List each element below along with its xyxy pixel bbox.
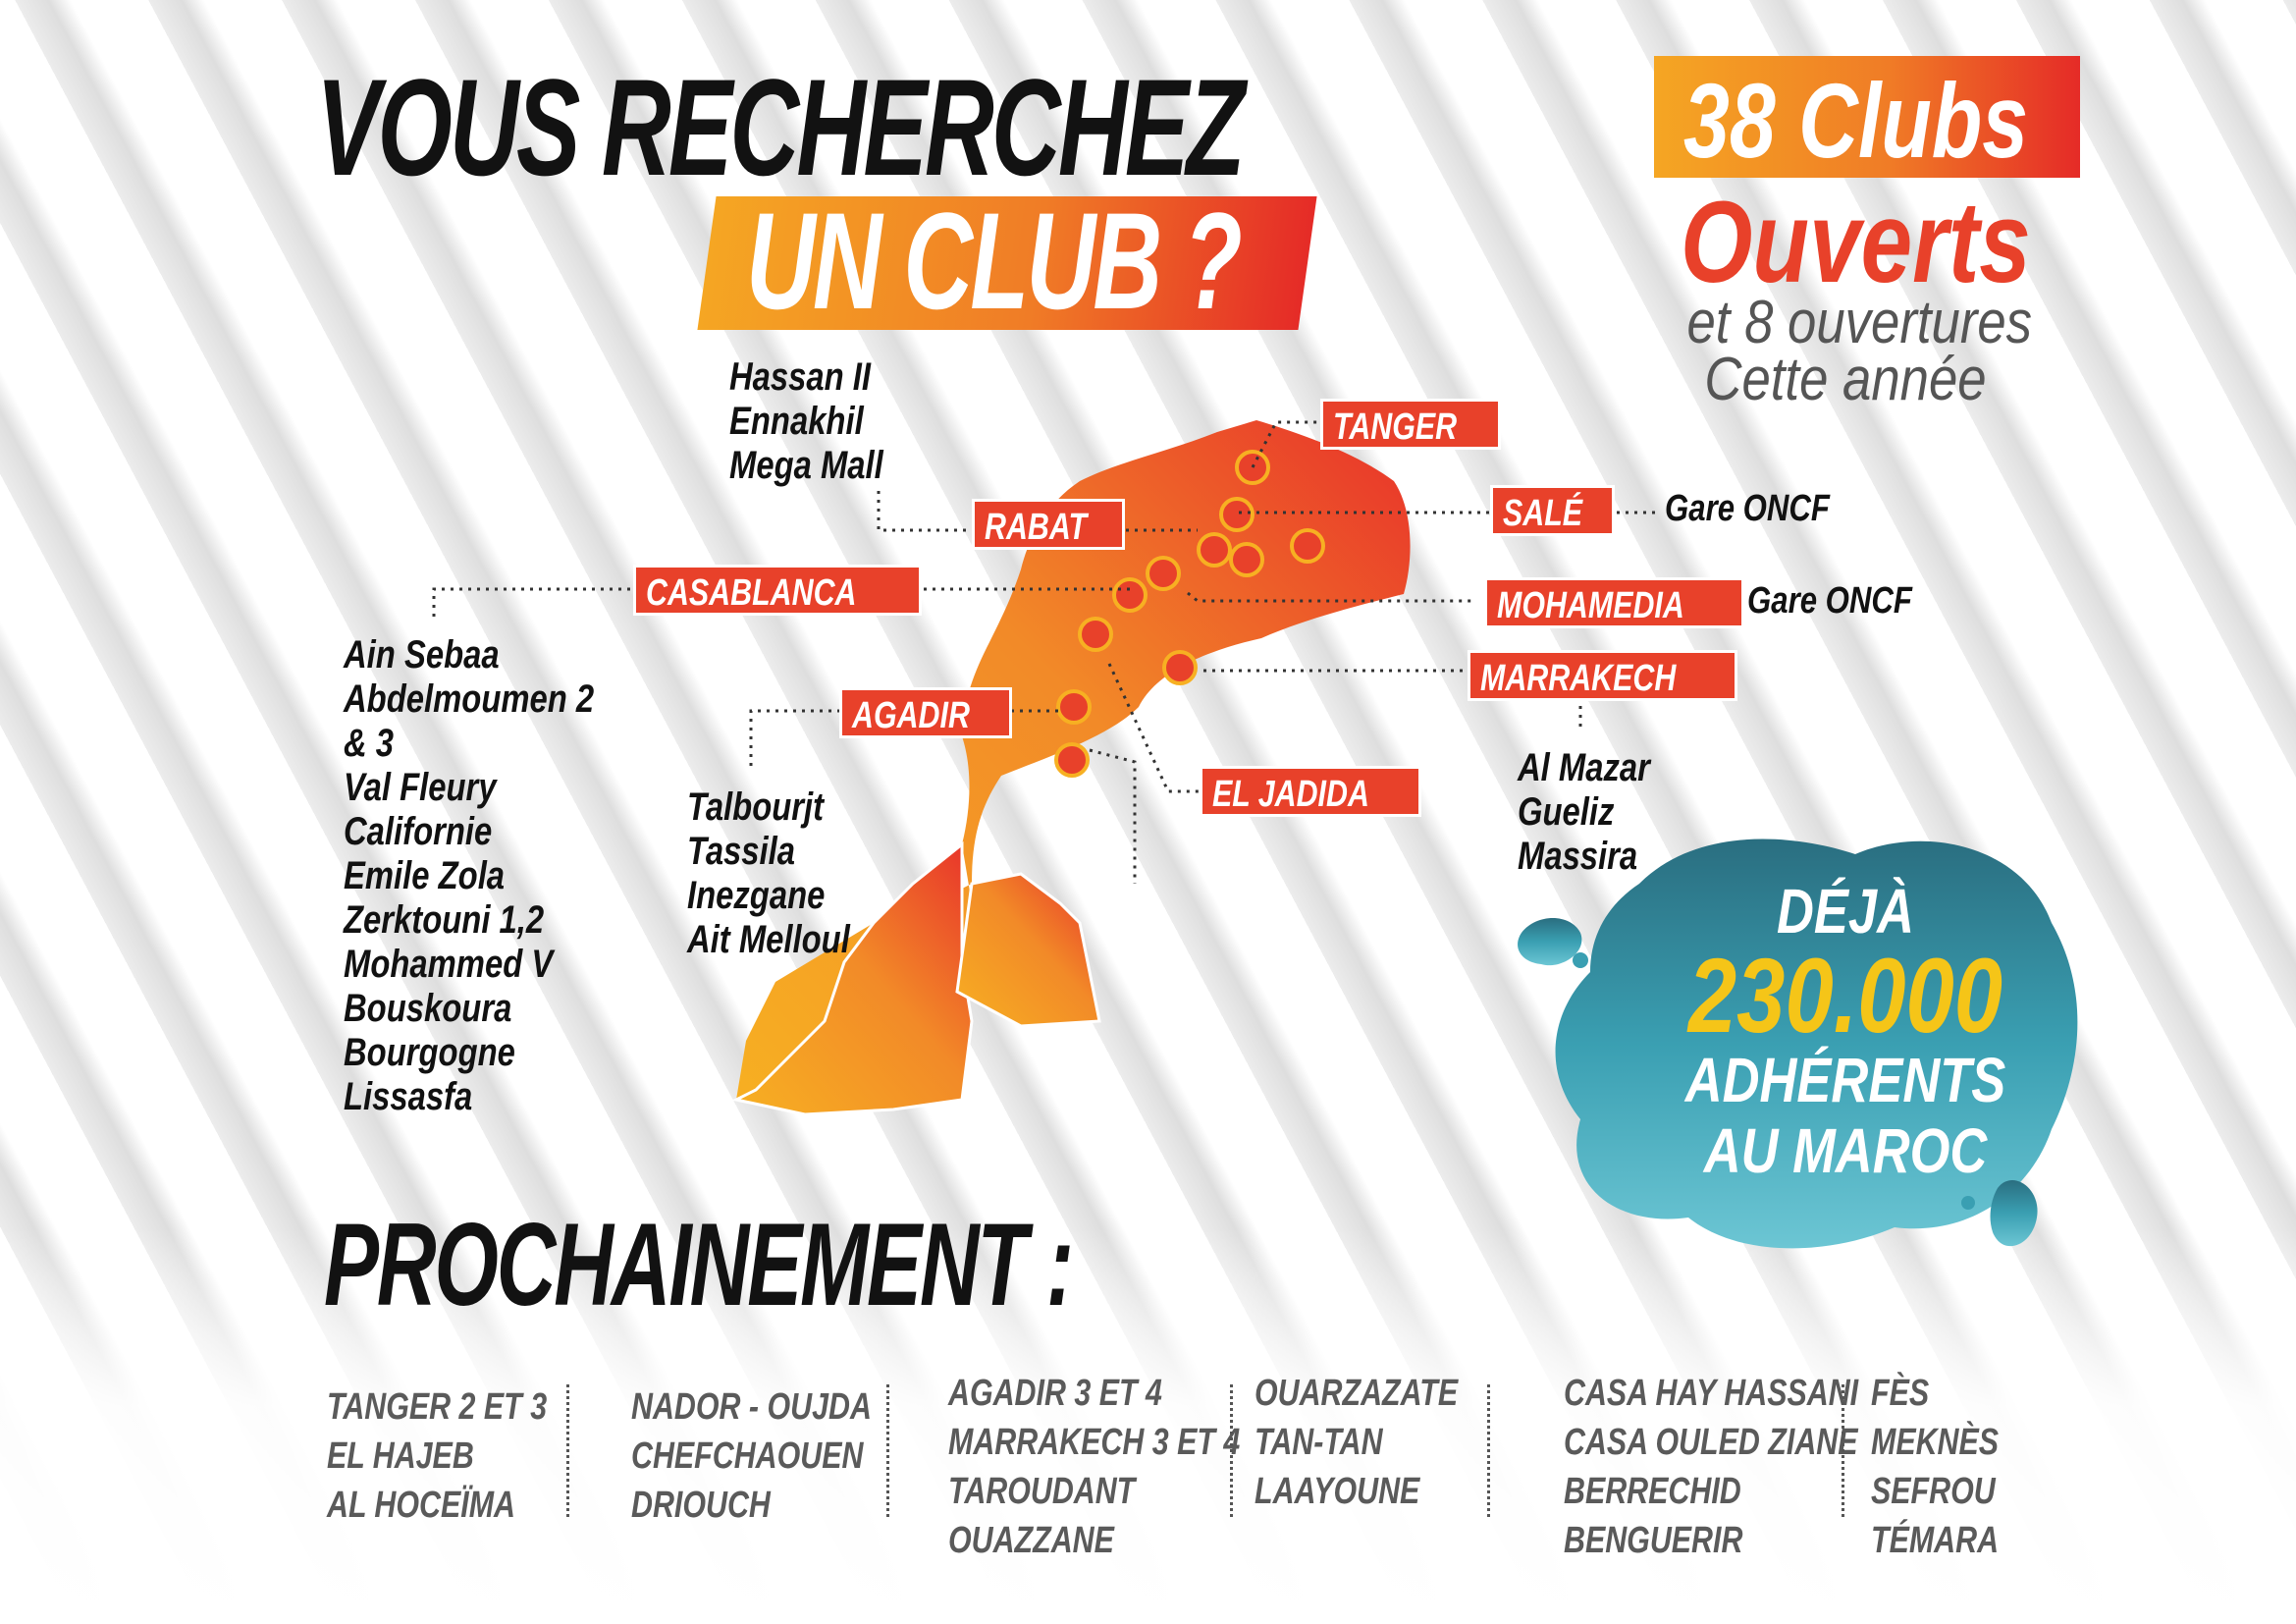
city-tag-mohamedia: MOHAMEDIA <box>1484 577 1744 628</box>
upcoming-city: MARRAKECH 3 ET 4 <box>948 1422 1241 1463</box>
column-divider <box>566 1384 569 1517</box>
club-item: Bourgogne <box>344 1031 515 1074</box>
club-item: Ait Melloul <box>687 918 850 961</box>
club-item: Bouskoura <box>344 987 512 1030</box>
city-tag-el-jadida: EL JADIDA <box>1200 766 1421 817</box>
column-divider <box>1230 1384 1233 1517</box>
club-item: Lissasfa <box>344 1075 473 1118</box>
club-item: Ennakhil <box>729 400 864 443</box>
upcoming-city: DRIOUCH <box>631 1485 771 1526</box>
upcoming-city: NADOR - OUJDA <box>631 1386 872 1428</box>
upcoming-city: EL HAJEB <box>327 1435 474 1477</box>
club-item: Mega Mall <box>729 444 883 487</box>
club-item: & 3 <box>344 722 395 765</box>
club-item: Inezgane <box>687 874 826 917</box>
upcoming-city: FÈS <box>1871 1373 1930 1414</box>
city-tag-sale: SALÉ <box>1490 485 1616 536</box>
upcoming-title: PROCHAINEMENT : <box>324 1199 1074 1330</box>
club-item: Gueliz <box>1518 790 1615 834</box>
city-tag-casablanca: CASABLANCA <box>633 565 923 616</box>
club-item: Emile Zola <box>344 854 506 897</box>
club-item: Talbourjt <box>687 785 825 829</box>
upcoming-column-1: TANGER 2 ET 3 EL HAJEB AL HOCEÏMA <box>327 1382 602 1530</box>
column-divider <box>1487 1384 1490 1517</box>
clubs-list-agadir: Talbourjt Tassila Inezgane Ait Melloul <box>687 785 885 962</box>
upcoming-city: TAN-TAN <box>1255 1422 1383 1463</box>
club-item: Zerktouni 1,2 <box>344 898 545 942</box>
upcoming-city: OUAZZANE <box>948 1520 1114 1561</box>
city-tag-agadir: AGADIR <box>839 687 1012 738</box>
club-sale-gare: Gare ONCF <box>1665 488 1830 529</box>
column-divider <box>1842 1384 1844 1517</box>
club-item: Californie <box>344 810 493 853</box>
upcoming-city: CASA OULED ZIANE <box>1564 1422 1858 1463</box>
upcoming-city: TANGER 2 ET 3 <box>327 1386 548 1428</box>
clubs-list-marrakech: Al Mazar Gueliz Massira <box>1518 746 1680 879</box>
upcoming-city: CASA HAY HASSANI <box>1564 1373 1859 1414</box>
upcoming-city: MEKNÈS <box>1871 1422 2000 1463</box>
clubs-list-rabat: Hassan II Ennakhil Mega Mall <box>729 355 917 488</box>
upcoming-city: TAROUDANT <box>948 1471 1136 1512</box>
club-item: Al Mazar <box>1518 746 1650 789</box>
upcoming-column-6: FÈS MEKNÈS SEFROU TÉMARA <box>1871 1369 2031 1565</box>
upcoming-city: CHEFCHAOUEN <box>631 1435 864 1477</box>
upcoming-city: OUARZAZATE <box>1255 1373 1459 1414</box>
city-tag-marrakech: MARRAKECH <box>1468 650 1738 701</box>
club-item: Ain Sebaa <box>344 633 500 677</box>
club-mohamedia-gare: Gare ONCF <box>1747 580 1912 622</box>
upcoming-city: BERRECHID <box>1564 1471 1741 1512</box>
club-item: Hassan II <box>729 355 872 399</box>
club-item: Val Fleury <box>344 766 497 809</box>
city-tag-rabat: RABAT <box>972 499 1126 550</box>
upcoming-city: LAAYOUNE <box>1255 1471 1420 1512</box>
club-item: Mohammed V <box>344 943 554 986</box>
upcoming-city: TÉMARA <box>1871 1520 2000 1561</box>
upcoming-city: SEFROU <box>1871 1471 1996 1512</box>
column-divider <box>886 1384 889 1517</box>
upcoming-column-4: OUARZAZATE TAN-TAN LAAYOUNE <box>1255 1369 1509 1516</box>
upcoming-city: BENGUERIR <box>1564 1520 1743 1561</box>
club-item: Tassila <box>687 830 796 873</box>
clubs-list-casablanca: Ain Sebaa Abdelmoumen 2 & 3 Val Fleury C… <box>344 633 649 1119</box>
city-tag-tanger: TANGER <box>1320 399 1501 450</box>
club-item: Massira <box>1518 835 1638 878</box>
upcoming-city: AGADIR 3 ET 4 <box>948 1373 1162 1414</box>
club-item: Abdelmoumen 2 <box>344 677 595 721</box>
upcoming-city: AL HOCEÏMA <box>327 1485 515 1526</box>
